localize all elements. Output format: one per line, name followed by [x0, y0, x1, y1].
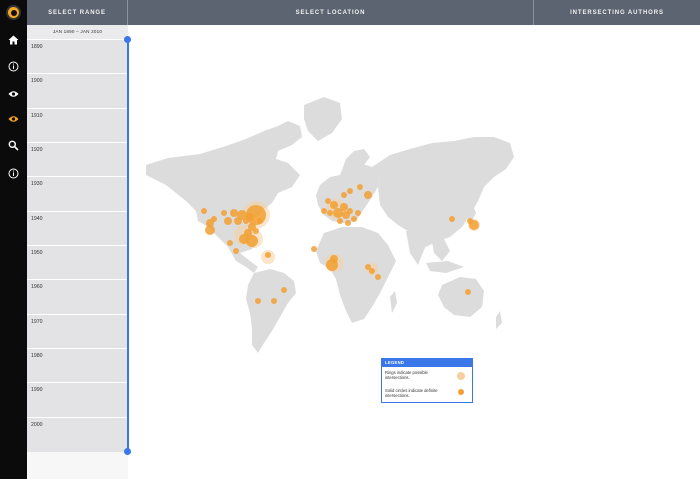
asia-land: [372, 137, 514, 247]
definite-intersection-marker[interactable]: [255, 298, 261, 304]
intersecting-authors-tab[interactable]: INTERSECTING AUTHORS: [534, 0, 700, 25]
land-masses: [146, 97, 514, 353]
definite-intersection-marker[interactable]: [465, 289, 471, 295]
definite-intersection-marker[interactable]: [351, 216, 357, 222]
tick-label: 1930: [31, 181, 43, 187]
tick-row: 1940: [27, 211, 128, 222]
tick-label: 1960: [31, 284, 43, 290]
definite-intersection-marker[interactable]: [227, 240, 233, 246]
definite-intersection-marker[interactable]: [341, 192, 347, 198]
ring-swatch-icon: [457, 372, 465, 380]
definite-intersection-marker[interactable]: [224, 217, 232, 225]
definite-intersection-marker[interactable]: [211, 216, 217, 222]
tick-row: 1890: [27, 39, 128, 50]
tick-label: 1920: [31, 147, 43, 153]
tick-row: 1950: [27, 245, 128, 256]
definite-intersection-marker[interactable]: [205, 225, 215, 235]
timeline-track[interactable]: 1890 1900 1910 1920 1930 1940 1950 1960 …: [27, 39, 128, 452]
tick-label: 1970: [31, 319, 43, 325]
definite-intersection-marker[interactable]: [246, 235, 258, 247]
definite-intersection-marker[interactable]: [345, 220, 351, 226]
tick-row: 1910: [27, 108, 128, 119]
tick-row: 1900: [27, 73, 128, 84]
tick-label: 1990: [31, 387, 43, 393]
definite-intersection-marker[interactable]: [246, 205, 266, 225]
tick-label: 1890: [31, 44, 43, 50]
legend-row-rings: Rings indicate possible intersections.: [382, 367, 472, 385]
definite-intersection-marker[interactable]: [357, 184, 363, 190]
definite-intersection-marker[interactable]: [281, 287, 287, 293]
legend-row-solid: Solid circles indicate definite intersec…: [382, 385, 472, 403]
eye-active-icon[interactable]: [5, 110, 22, 127]
definite-intersection-marker[interactable]: [271, 298, 277, 304]
timeline-panel: JAN 1890 – JAN 2010 1890 1900 1910 1920 …: [27, 25, 131, 479]
definite-intersection-marker[interactable]: [347, 208, 353, 214]
legend-solid-text: Solid circles indicate definite intersec…: [385, 388, 438, 398]
tick-label: 1940: [31, 216, 43, 222]
definite-intersection-marker[interactable]: [327, 210, 333, 216]
definite-intersection-marker[interactable]: [326, 259, 338, 271]
definite-intersection-marker[interactable]: [325, 198, 331, 204]
tick-row: 1980: [27, 348, 128, 359]
definite-intersection-marker[interactable]: [449, 216, 455, 222]
info-icon[interactable]: [5, 165, 22, 182]
definite-intersection-marker[interactable]: [330, 201, 338, 209]
select-location-tab[interactable]: SELECT LOCATION: [128, 0, 534, 25]
definite-intersection-marker[interactable]: [201, 208, 207, 214]
world-map[interactable]: [128, 25, 700, 479]
range-label: JAN 1890 – JAN 2010: [52, 29, 103, 34]
definite-intersection-marker[interactable]: [257, 218, 263, 224]
definite-intersection-marker[interactable]: [221, 210, 227, 216]
tick-label: 1980: [31, 353, 43, 359]
australia-land: [438, 277, 484, 317]
tick-row: 1990: [27, 382, 128, 393]
tick-row: 1920: [27, 142, 128, 153]
tick-label: 1950: [31, 250, 43, 256]
definite-intersection-marker[interactable]: [355, 210, 361, 216]
info-icon[interactable]: [5, 58, 22, 75]
definite-intersection-marker[interactable]: [375, 274, 381, 280]
new-zealand-land: [496, 311, 502, 329]
tick-row: 1930: [27, 176, 128, 187]
africa-land: [316, 227, 396, 323]
search-icon[interactable]: [5, 137, 22, 154]
definite-intersection-marker[interactable]: [364, 191, 372, 199]
definite-intersection-marker[interactable]: [369, 268, 375, 274]
icon-rail: [0, 0, 27, 479]
definite-intersection-marker[interactable]: [265, 252, 271, 258]
solid-dot-swatch-icon: [458, 389, 464, 395]
tick-row: 1960: [27, 279, 128, 290]
logo-icon[interactable]: [6, 5, 21, 20]
tick-row: 1970: [27, 314, 128, 325]
definite-intersection-marker[interactable]: [347, 188, 353, 194]
tick-label: 2000: [31, 422, 43, 428]
south-america-land: [246, 269, 296, 353]
definite-intersection-marker[interactable]: [311, 246, 317, 252]
definite-intersection-marker[interactable]: [340, 203, 348, 211]
definite-intersection-marker[interactable]: [321, 208, 327, 214]
north-america-land: [146, 121, 302, 253]
select-range-tab[interactable]: SELECT RANGE: [27, 0, 128, 25]
definite-intersection-marker[interactable]: [230, 209, 238, 217]
tick-row: 2000: [27, 417, 128, 428]
map-legend: LEGEND Rings indicate possible intersect…: [381, 358, 473, 403]
se-asia-land: [432, 239, 450, 261]
madagascar-land: [390, 291, 397, 313]
definite-intersection-marker[interactable]: [233, 248, 239, 254]
app-window: SELECT RANGE SELECT LOCATION INTERSECTIN…: [0, 0, 700, 479]
definite-intersection-marker[interactable]: [337, 218, 343, 224]
legend-title: LEGEND: [382, 359, 472, 367]
timeline-footer: [27, 452, 128, 479]
eye-icon[interactable]: [5, 85, 22, 102]
tick-label: 1910: [31, 113, 43, 119]
legend-rings-text: Rings indicate possible intersections.: [385, 370, 428, 380]
home-icon[interactable]: [5, 31, 22, 48]
definite-intersection-marker[interactable]: [253, 228, 259, 234]
greenland-land: [304, 97, 342, 141]
top-nav: SELECT RANGE SELECT LOCATION INTERSECTIN…: [27, 0, 700, 25]
indonesia-land: [426, 261, 464, 273]
definite-intersection-marker[interactable]: [467, 218, 473, 224]
tick-label: 1900: [31, 78, 43, 84]
